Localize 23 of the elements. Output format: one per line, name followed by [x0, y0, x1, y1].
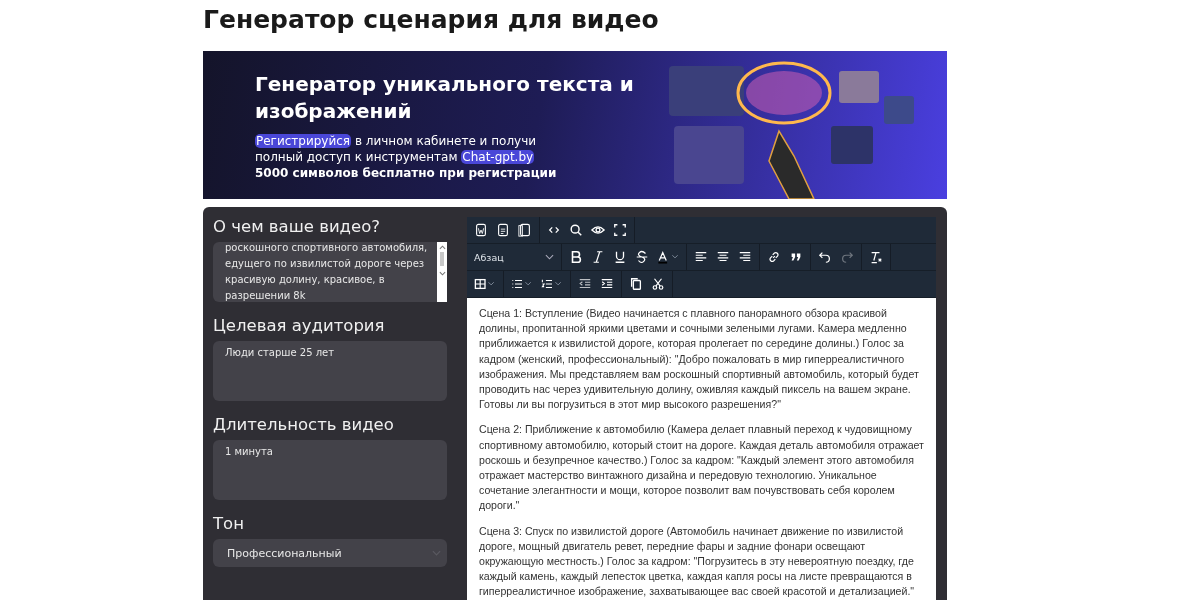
scene-paragraph: Сцена 2: Приближение к автомобилю (Камера делает плавный переход к чудовищному спортивному автомобилю, который стоит на дороге. Каждая деталь автомобиля отражает роскошь и безупречное качество.) Голос за кадром: "Каждый элемент этого автомобиля отражает мастерство винтажного дизайна и передовую технологию. Уникальное сочетание элегантности и мощи, которое позволит вам почувствовать себя королем дороги.": [479, 422, 924, 514]
banner-heading: Генератор уникального текста и изображений: [255, 71, 635, 125]
chevron-down-icon: [432, 550, 441, 556]
banner-text: полный доступ к инструментам Chat-gpt.by: [255, 149, 536, 165]
field-label: Длительность видео: [213, 415, 395, 434]
field-label: О чем ваше видео?: [213, 217, 381, 236]
field-label: Тон: [213, 514, 245, 533]
block-format-dropdown[interactable]: Абзац: [470, 251, 558, 263]
field-label: Целевая аудитория: [213, 316, 386, 335]
banner-note: 5000 символов бесплатно при регистрации: [255, 165, 558, 182]
scrollbar[interactable]: [437, 242, 447, 302]
scroll-down-icon[interactable]: [438, 271, 446, 276]
text-area[interactable]: Люди старше 25 лет: [213, 341, 447, 401]
page-title: Генератор сценария для видео: [203, 4, 660, 36]
editor-content[interactable]: [467, 298, 936, 600]
scene-paragraph: Сцена 3: Спуск по извилистой дороге (Автомобиль начинает движение по извилистой дороге, мощный двигатель ревет, передние фары и задние фонари освещают окружающую местность.) Голос за кадром: "Погрузитесь в эту невероятную поездку, где каждый камень, каждый лепесток цветка, каждая капля росы на листе превращаются в гиперреалистичное изображение, захватывающее вас своей красотой и детализацией.": [479, 523, 916, 600]
chevron-down-icon: [545, 254, 554, 260]
text-area[interactable]: роскошного спортивного автомобиля, едущего по извилистой дороге через красивую долину, красивое, в разрешении 8k: [213, 242, 447, 302]
text-area[interactable]: 1 минута: [213, 440, 447, 500]
scroll-up-icon[interactable]: [438, 245, 446, 250]
scene-paragraph: Сцена 1: Вступление (Видео начинается с плавного панорамного обзора красивой долины, пропитанной яркими цветами и сочными зелеными лугами. Камера медленно приближается к извилистой дороге, которая пролегает по середине долины.) Голос за кадром (женский, профессиональный): "Добро пожаловать в мир гиперреалистичного изображения. Мы представляем вам роскошный спортивный автомобиль, который будет проводить нас через удивительную долину, оживляя каждый пиксель на вашем экране. Готовы ли вы погрузиться в этот мир высокого разрешения?": [479, 306, 920, 413]
banner-text: Регистрируйся в личном кабинете и получи: [255, 133, 538, 149]
tone-select[interactable]: Профессиональный: [213, 539, 447, 567]
